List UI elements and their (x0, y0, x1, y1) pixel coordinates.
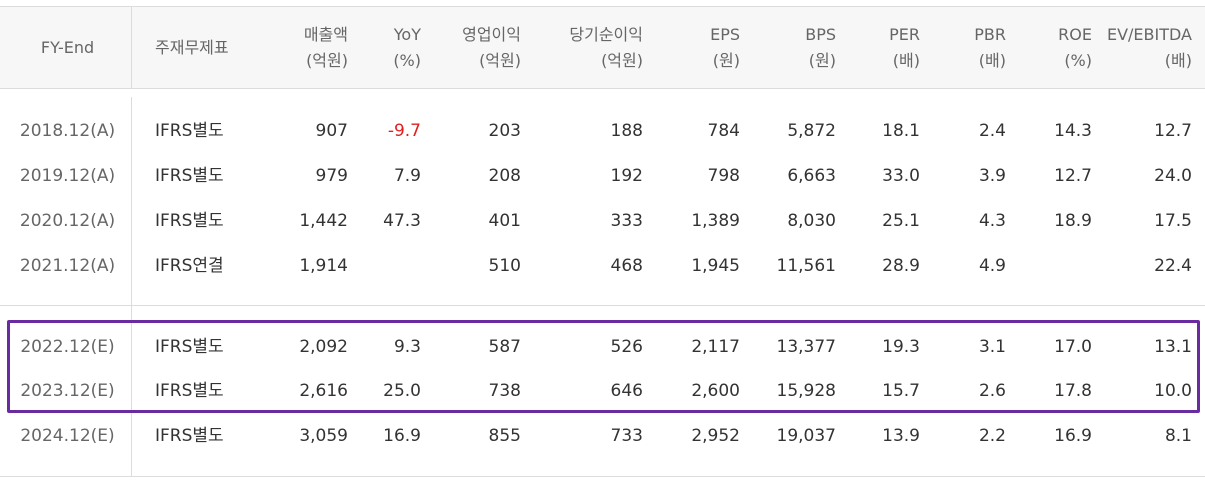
header-unit-revenue: (억원) (306, 51, 348, 70)
header-revenue: 매출액 (303, 25, 348, 44)
cell-net-income: 733 (610, 426, 643, 446)
header-eps: EPS (710, 25, 740, 44)
cell-eps: 1,389 (691, 211, 740, 231)
estimate-highlight-box (7, 320, 1200, 413)
cell-net-income: 333 (610, 211, 643, 231)
cell-bps: 19,037 (776, 426, 836, 446)
cell-per: 18.1 (882, 121, 920, 141)
cell-pbr: 4.9 (978, 256, 1006, 276)
cell-pbr: 2.4 (978, 121, 1006, 141)
header-per: PER (889, 25, 920, 44)
table-top-border (0, 6, 1205, 7)
cell-net-income: 188 (610, 121, 643, 141)
cell-pbr: 2.2 (978, 426, 1006, 446)
cell-yoy: 47.3 (383, 211, 421, 231)
cell-bps: 5,872 (787, 121, 836, 141)
cell-yoy: -9.7 (387, 121, 421, 141)
header-statement-type: 주재무제표 (155, 38, 229, 57)
cell-yoy: 7.9 (393, 166, 421, 186)
cell-roe: 16.9 (1054, 426, 1092, 446)
header-fy-end: FY-End (40, 38, 95, 57)
cell-ev-ebitda: 22.4 (1154, 256, 1192, 276)
cell-eps: 2,952 (691, 426, 740, 446)
cell-revenue: 979 (315, 166, 348, 186)
cell-per: 25.1 (882, 211, 920, 231)
header-unit-operating-profit: (억원) (479, 51, 521, 70)
table-bottom-border (0, 476, 1205, 477)
cell-ev-ebitda: 8.1 (1164, 426, 1192, 446)
cell-statement-type: IFRS별도 (155, 121, 224, 141)
header-yoy: YoY (393, 25, 421, 44)
cell-pbr: 4.3 (978, 211, 1006, 231)
cell-revenue: 3,059 (299, 426, 348, 446)
cell-ev-ebitda: 17.5 (1154, 211, 1192, 231)
cell-revenue: 1,442 (299, 211, 348, 231)
cell-operating-profit: 401 (488, 211, 521, 231)
header-net-income: 당기순이익 (569, 25, 643, 44)
cell-yoy: 16.9 (383, 426, 421, 446)
cell-fy-end: 2021.12(A) (19, 256, 116, 276)
cell-fy-end: 2024.12(E) (20, 426, 115, 446)
cell-per: 13.9 (882, 426, 920, 446)
cell-ev-ebitda: 24.0 (1154, 166, 1192, 186)
cell-operating-profit: 203 (488, 121, 521, 141)
cell-fy-end: 2019.12(A) (19, 166, 116, 186)
header-unit-eps: (원) (712, 51, 740, 70)
cell-bps: 8,030 (787, 211, 836, 231)
cell-bps: 6,663 (787, 166, 836, 186)
header-unit-pbr: (배) (978, 51, 1006, 70)
header-operating-profit: 영업이익 (462, 25, 521, 44)
cell-per: 28.9 (882, 256, 920, 276)
cell-roe: 12.7 (1054, 166, 1092, 186)
header-bps: BPS (805, 25, 836, 44)
column-divider-actual (131, 97, 132, 305)
header-roe: ROE (1058, 25, 1092, 44)
cell-eps: 1,945 (691, 256, 740, 276)
header-column-divider (131, 7, 132, 88)
cell-net-income: 192 (610, 166, 643, 186)
financial-table: FY-End 주재무제표 매출액 (억원) YoY (%) 영업이익 (억원) 당기순이익 (억원… (0, 0, 1205, 481)
cell-roe: 14.3 (1054, 121, 1092, 141)
cell-operating-profit: 208 (488, 166, 521, 186)
header-pbr: PBR (974, 25, 1006, 44)
cell-revenue: 1,914 (299, 256, 348, 276)
cell-statement-type: IFRS연결 (155, 256, 224, 276)
header-ev-ebitda: EV/EBITDA (1106, 25, 1192, 44)
header-unit-bps: (원) (808, 51, 836, 70)
cell-net-income: 468 (610, 256, 643, 276)
cell-ev-ebitda: 12.7 (1154, 121, 1192, 141)
header-unit-ev-ebitda: (배) (1164, 51, 1192, 70)
header-unit-yoy: (%) (393, 51, 421, 70)
cell-statement-type: IFRS별도 (155, 211, 224, 231)
cell-operating-profit: 855 (488, 426, 521, 446)
cell-per: 33.0 (882, 166, 920, 186)
header-bottom-border (0, 88, 1205, 89)
header-unit-roe: (%) (1064, 51, 1092, 70)
cell-revenue: 907 (315, 121, 348, 141)
header-unit-net-income: (억원) (601, 51, 643, 70)
cell-statement-type: IFRS별도 (155, 166, 224, 186)
cell-eps: 798 (707, 166, 740, 186)
cell-bps: 11,561 (776, 256, 836, 276)
cell-pbr: 3.9 (978, 166, 1006, 186)
header-unit-per: (배) (892, 51, 920, 70)
cell-roe: 18.9 (1054, 211, 1092, 231)
cell-operating-profit: 510 (488, 256, 521, 276)
section-divider (0, 305, 1205, 306)
cell-fy-end: 2018.12(A) (19, 121, 116, 141)
cell-eps: 784 (707, 121, 740, 141)
cell-statement-type: IFRS별도 (155, 426, 224, 446)
cell-fy-end: 2020.12(A) (19, 211, 116, 231)
